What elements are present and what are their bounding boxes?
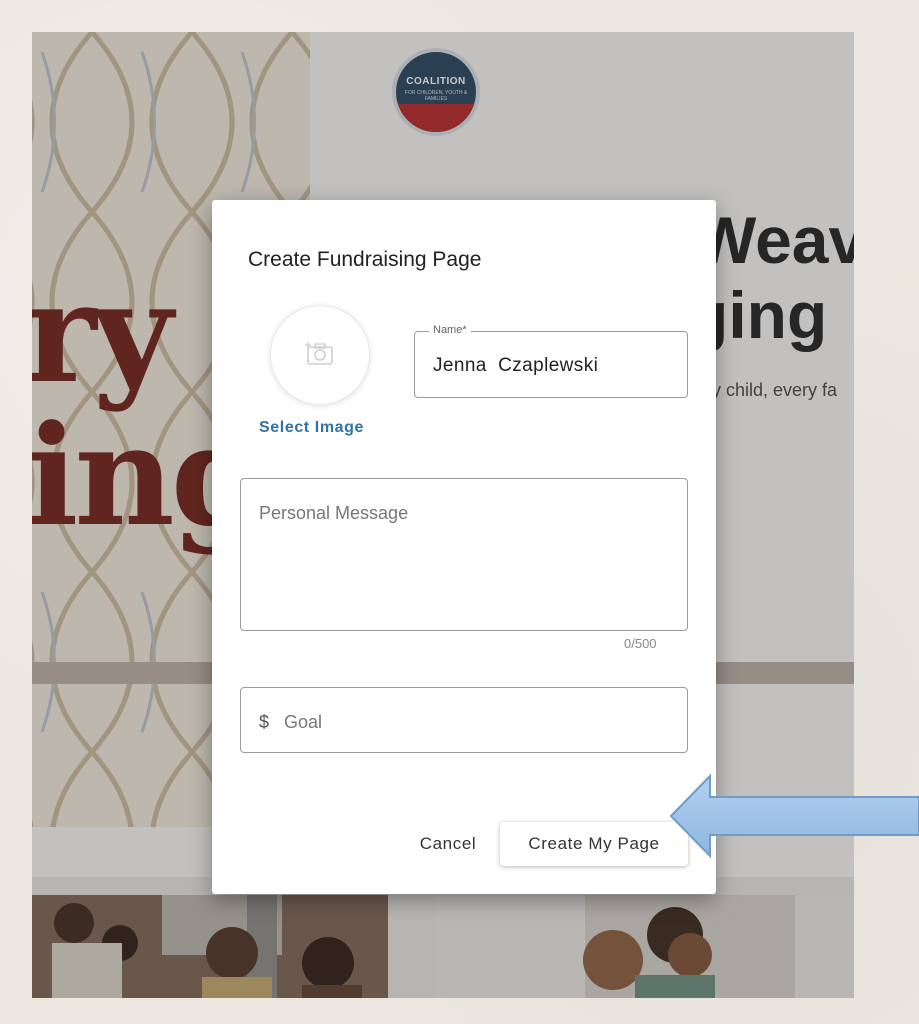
select-image-button[interactable]: Select Image	[259, 419, 364, 437]
camera-icon	[305, 339, 335, 372]
cancel-button[interactable]: Cancel	[408, 825, 488, 863]
name-field-value[interactable]: Jenna Czaplewski	[433, 355, 598, 377]
personal-message-placeholder: Personal Message	[259, 503, 409, 523]
name-field[interactable]: Name* Jenna Czaplewski	[414, 324, 688, 398]
dialog-title: Create Fundraising Page	[248, 248, 482, 271]
name-field-label: Name*	[429, 324, 471, 336]
personal-message-field[interactable]: Personal Message	[240, 478, 688, 631]
image-upload-avatar[interactable]	[270, 305, 370, 405]
goal-field[interactable]: $ Goal	[240, 687, 688, 753]
goal-currency-symbol: $	[259, 712, 270, 732]
goal-placeholder: Goal	[284, 712, 323, 732]
left-arrow-icon	[668, 773, 919, 859]
create-fundraising-dialog: Create Fundraising Page Select Image Nam…	[212, 200, 716, 894]
create-my-page-button[interactable]: Create My Page	[500, 822, 688, 866]
message-character-counter: 0/500	[624, 636, 657, 651]
